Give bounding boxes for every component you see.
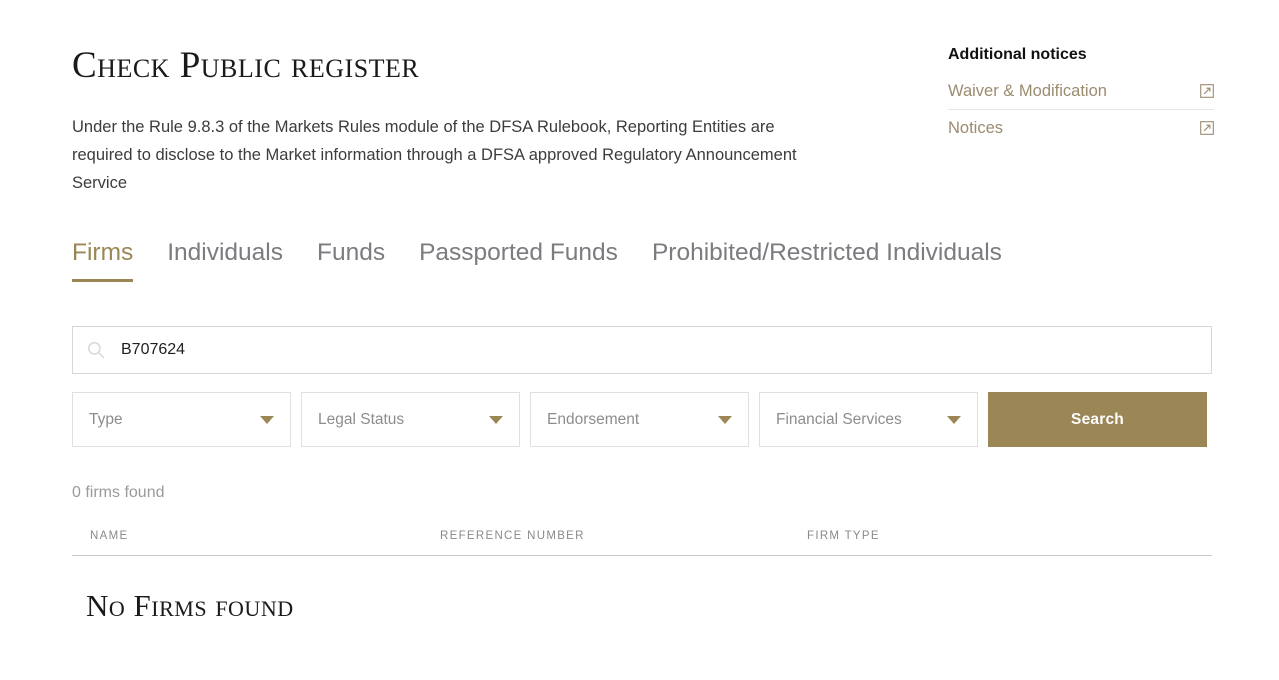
column-header-reference-number: REFERENCE NUMBER	[440, 530, 585, 543]
register-tabs: Firms Individuals Funds Passported Funds…	[72, 234, 1212, 283]
filter-row: Type Legal Status Endorsement Financial …	[72, 392, 1212, 448]
filter-legal-status-label: Legal Status	[318, 410, 405, 428]
result-count: 0 firms found	[72, 484, 165, 502]
intro-paragraph: Under the Rule 9.8.3 of the Markets Rule…	[72, 118, 797, 193]
tab-individuals[interactable]: Individuals	[167, 240, 283, 283]
empty-results-message: No Firms found	[86, 588, 294, 624]
filter-type-label: Type	[89, 410, 123, 428]
chevron-down-icon	[718, 415, 732, 424]
chevron-down-icon	[489, 415, 503, 424]
filter-type[interactable]: Type	[72, 392, 291, 448]
aside-link-notices[interactable]: Notices	[948, 109, 1214, 146]
results-table-header: NAME REFERENCE NUMBER FIRM TYPE	[72, 530, 1212, 557]
tab-prohibited-restricted-individuals[interactable]: Prohibited/Restricted Individuals	[652, 240, 1002, 283]
public-register-page: Check Public register Under the Rule 9.8…	[0, 0, 1279, 680]
external-link-icon	[1200, 121, 1214, 135]
column-header-name: NAME	[90, 530, 129, 543]
aside-link-waiver-modification[interactable]: Waiver & Modification	[948, 72, 1214, 109]
aside-link-label: Notices	[948, 118, 1004, 137]
filter-legal-status[interactable]: Legal Status	[301, 392, 520, 448]
search-box[interactable]	[72, 326, 1212, 375]
search-button[interactable]: Search	[988, 392, 1207, 448]
filter-financial-services[interactable]: Financial Services	[759, 392, 978, 448]
external-link-icon	[1200, 84, 1214, 98]
tab-passported-funds[interactable]: Passported Funds	[419, 240, 618, 283]
aside-link-label: Waiver & Modification	[948, 81, 1107, 100]
additional-notices-title: Additional notices	[948, 46, 1087, 63]
filter-financial-services-label: Financial Services	[776, 410, 902, 428]
filter-endorsement-label: Endorsement	[547, 410, 640, 428]
search-icon	[87, 341, 105, 359]
chevron-down-icon	[260, 415, 274, 424]
column-header-firm-type: FIRM TYPE	[807, 530, 880, 543]
tab-firms[interactable]: Firms	[72, 240, 134, 283]
search-input[interactable]	[119, 327, 1197, 374]
additional-notices-panel: Additional notices Waiver & Modification…	[948, 46, 1214, 146]
tab-funds[interactable]: Funds	[317, 240, 385, 283]
chevron-down-icon	[947, 415, 961, 424]
filter-endorsement[interactable]: Endorsement	[530, 392, 749, 448]
